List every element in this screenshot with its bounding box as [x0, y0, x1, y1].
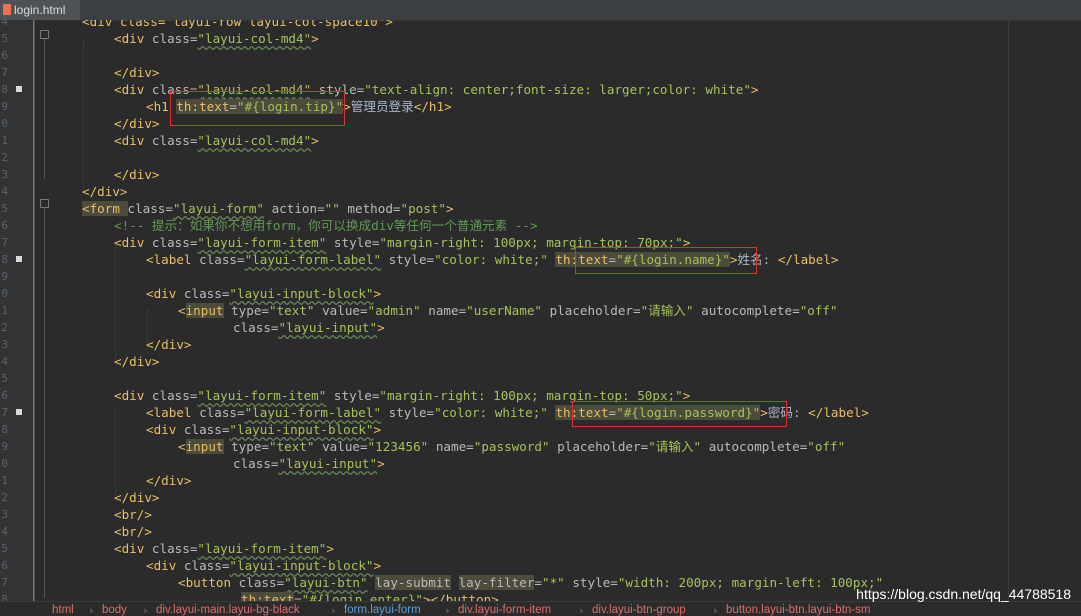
fold-guide [44, 39, 45, 179]
line-number: 2 [1, 491, 8, 504]
line-number: 9 [1, 100, 8, 113]
breadcrumb-item-body[interactable]: body [102, 602, 127, 616]
line-number: 4 [1, 525, 8, 538]
line-number: 5 [1, 542, 8, 555]
line-number: 5 [1, 372, 8, 385]
code-line: <input type="text" value="123456" name="… [178, 439, 846, 454]
highlight-box-login-name [575, 247, 757, 274]
code-line: <button class="layui-btn" lay-submit lay… [178, 575, 884, 590]
line-number: 1 [1, 474, 8, 487]
line-number: 2 [1, 151, 8, 164]
line-number: 3 [1, 168, 8, 181]
breadcrumb: html › body › div.layui-main.layui-bg-bl… [0, 601, 1081, 616]
bookmark-marker[interactable] [16, 409, 22, 415]
line-number: 5 [1, 32, 8, 45]
line-number: 7 [1, 66, 8, 79]
bookmark-marker[interactable] [16, 86, 22, 92]
line-number: 6 [1, 559, 8, 572]
line-number: 6 [1, 389, 8, 402]
tab-label: login.html [14, 3, 66, 17]
line-number: 8 [1, 253, 8, 266]
line-number: 0 [1, 287, 8, 300]
line-number: 6 [1, 219, 8, 232]
code-line: class="layui-input"> [233, 456, 385, 471]
code-line: <input type="text" value="admin" name="u… [178, 303, 838, 318]
tab-login-html[interactable]: login.html [0, 0, 80, 20]
breadcrumb-separator: › [444, 604, 451, 616]
code-line: <div class="layui-form-item"> [114, 541, 334, 556]
breadcrumb-separator: › [88, 604, 95, 616]
line-number: 4 [1, 15, 8, 28]
code-line: <br/> [114, 524, 152, 539]
breadcrumb-item-form[interactable]: form.layui-form [344, 602, 421, 616]
breadcrumb-item-form-item[interactable]: div.layui-form-item [458, 602, 551, 616]
code-line: <div class="layui-col-md4"> [114, 31, 319, 46]
code-comment: <!-- 提示：如果你不想用form，你可以换成div等任何一个普通元素 --> [114, 218, 538, 233]
line-number: 7 [1, 576, 8, 589]
fold-marker[interactable] [40, 199, 49, 208]
code-line: <br/> [114, 507, 152, 522]
breadcrumb-separator: › [142, 604, 149, 616]
code-line: <div class="layui-input-block"> [146, 558, 382, 573]
line-number: 0 [1, 117, 8, 130]
breadcrumb-item-main[interactable]: div.layui-main.layui-bg-black [156, 602, 300, 616]
line-number: 8 [1, 423, 8, 436]
line-number: 3 [1, 338, 8, 351]
breadcrumb-item-btn-group[interactable]: div.layui-btn-group [592, 602, 686, 616]
code-line: </div> [114, 354, 160, 369]
code-line: </div> [146, 473, 192, 488]
code-line: <div class="layui-input-block"> [146, 286, 382, 301]
code-line: </div> [114, 167, 160, 182]
line-number: 3 [1, 508, 8, 521]
line-number: 6 [1, 49, 8, 62]
line-number: 7 [1, 236, 8, 249]
code-line: </div> [146, 337, 192, 352]
breadcrumb-item-html[interactable]: html [52, 602, 74, 616]
editor-tab-bar: login.html [0, 0, 1081, 21]
line-number: 9 [1, 270, 8, 283]
breadcrumb-separator: › [330, 604, 337, 616]
fold-guide [44, 208, 45, 598]
code-line: <div class="layui-col-md4"> [114, 133, 319, 148]
fold-marker[interactable] [40, 30, 49, 39]
line-number: 1 [1, 134, 8, 147]
gutter-divider [34, 20, 35, 601]
line-number: 8 [1, 83, 8, 96]
breadcrumb-separator: › [712, 604, 719, 616]
code-line: <form class="layui-form" action="" metho… [82, 201, 454, 216]
code-line: th:text="#{login.enter}"></button> [241, 591, 499, 601]
line-number: 1 [1, 304, 8, 317]
breadcrumb-item-button[interactable]: button.layui-btn.layui-btn-sm [726, 602, 870, 616]
highlight-box-login-password [572, 401, 787, 427]
bookmark-marker[interactable] [16, 256, 22, 262]
code-line: </div> [114, 65, 160, 80]
code-line: </div> [114, 490, 160, 505]
line-number: 2 [1, 321, 8, 334]
watermark-text: https://blog.csdn.net/qq_44788518 [856, 586, 1071, 602]
code-line: <div class="layui-input-block"> [146, 422, 382, 437]
line-number: 5 [1, 202, 8, 215]
line-number: 4 [1, 185, 8, 198]
line-number: 9 [1, 440, 8, 453]
code-line: </div> [114, 116, 160, 131]
code-line: class="layui-input"> [233, 320, 385, 335]
highlight-box-login-tip [170, 91, 345, 126]
line-number: 0 [1, 457, 8, 470]
code-line: </div> [82, 184, 128, 199]
line-number: 7 [1, 406, 8, 419]
code-line: <div class="layui-row layui-col-space10"… [82, 20, 393, 29]
line-number: 4 [1, 355, 8, 368]
breadcrumb-separator: › [578, 604, 585, 616]
